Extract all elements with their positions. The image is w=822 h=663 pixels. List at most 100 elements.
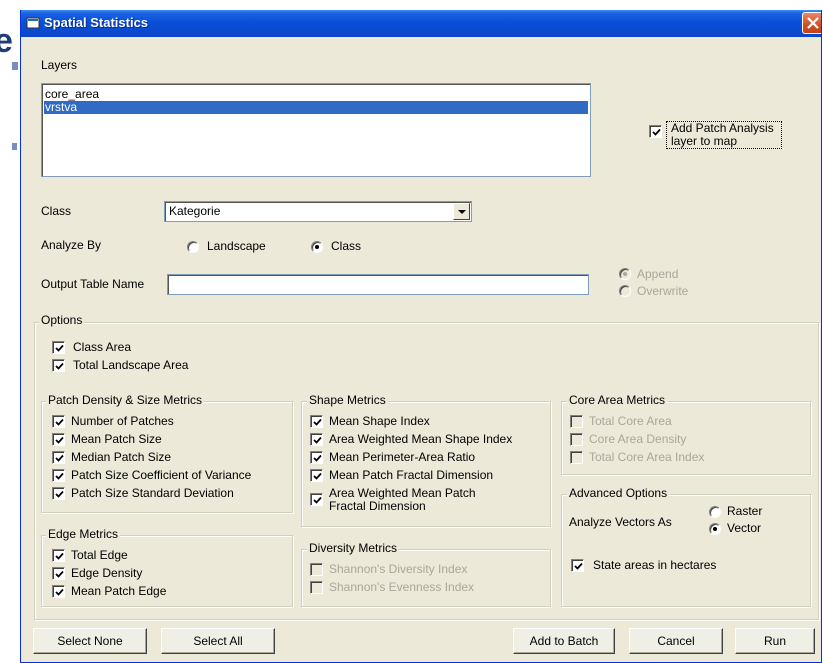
raster-radio[interactable] [709, 506, 721, 518]
class-radio[interactable] [311, 241, 323, 253]
patch_density-label: Mean Patch Size [71, 432, 162, 446]
core-checkbox[interactable] [570, 451, 583, 464]
checkmark-icon [313, 418, 322, 426]
class-dropdown[interactable]: Kategorie [164, 201, 472, 222]
checkmark-icon [313, 436, 322, 444]
list-item[interactable]: core_area [44, 88, 588, 101]
select-none-button[interactable]: Select None [33, 628, 147, 654]
checkmark-icon [652, 128, 661, 136]
background-mark [12, 62, 18, 70]
awmpfd-checkbox[interactable] [310, 493, 323, 506]
list-item[interactable]: vrstva [44, 101, 588, 114]
checkmark-icon [55, 362, 64, 370]
total-landscape-area-label: Total Landscape Area [73, 358, 189, 372]
layers-label: Layers [41, 58, 78, 72]
cancel-button[interactable]: Cancel [629, 628, 723, 654]
checkmark-icon [313, 496, 322, 504]
output-table-label: Output Table Name [41, 277, 145, 291]
shape-checkbox[interactable] [310, 451, 323, 464]
analyze-by-label: Analyze By [41, 238, 102, 252]
patch_density-label: Patch Size Coefficient of Variance [71, 468, 252, 482]
append-radio-label: Append [637, 267, 679, 281]
close-icon [807, 17, 819, 29]
edge-metrics-group-title: Edge Metrics [46, 527, 121, 541]
diversity-checkbox[interactable] [310, 581, 323, 594]
shape-label: Mean Shape Index [329, 414, 430, 428]
edge-checkbox[interactable] [52, 585, 65, 598]
app-icon [26, 17, 40, 29]
add-patch-label: Add Patch Analysis [671, 121, 774, 135]
diversity-label: Shannon's Diversity Index [329, 562, 468, 576]
awmpfd-label: Fractal Dimension [329, 499, 426, 513]
run-button[interactable]: Run [735, 628, 815, 654]
diversity-metrics-group [301, 549, 551, 607]
options-group-title: Options [39, 313, 85, 327]
chevron-down-icon [458, 210, 466, 214]
total-landscape-area-checkbox[interactable] [52, 359, 65, 372]
checkmark-icon [55, 490, 64, 498]
checkmark-icon [313, 472, 322, 480]
background-fragment: e [0, 22, 13, 60]
close-button[interactable] [802, 12, 821, 34]
select-all-button[interactable]: Select All [161, 628, 275, 654]
core-area-group-title: Core Area Metrics [567, 393, 668, 407]
edge-checkbox[interactable] [52, 567, 65, 580]
vector-radio-label: Vector [727, 521, 762, 535]
patch_density-checkbox[interactable] [52, 433, 65, 446]
add-to-batch-button[interactable]: Add to Batch [513, 628, 615, 654]
shape-label: Area Weighted Mean Shape Index [329, 432, 513, 446]
layers-listbox[interactable]: core_area vrstva [41, 83, 591, 177]
edge-checkbox[interactable] [52, 549, 65, 562]
patch_density-checkbox[interactable] [52, 469, 65, 482]
edge-label: Mean Patch Edge [71, 584, 167, 598]
checkmark-icon [55, 570, 64, 578]
title-bar[interactable]: Spatial Statistics [21, 10, 821, 37]
core-checkbox[interactable] [570, 415, 583, 428]
hectares-checkbox[interactable] [571, 559, 584, 572]
diversity-checkbox[interactable] [310, 563, 323, 576]
core-checkbox[interactable] [570, 433, 583, 446]
shape-checkbox[interactable] [310, 433, 323, 446]
output-table-input[interactable] [167, 274, 589, 295]
checkmark-icon [55, 472, 64, 480]
vector-radio[interactable] [709, 523, 721, 535]
edge-label: Edge Density [71, 566, 143, 580]
awmpfd-label: Area Weighted Mean Patch [329, 486, 476, 500]
checkmark-icon [55, 552, 64, 560]
patch_density-label: Median Patch Size [71, 450, 172, 464]
diversity-metrics-group-title: Diversity Metrics [307, 541, 400, 555]
raster-radio-label: Raster [727, 504, 763, 518]
patch_density-label: Patch Size Standard Deviation [71, 486, 234, 500]
patch-density-group-title: Patch Density & Size Metrics [46, 393, 205, 407]
shape-label: Mean Patch Fractal Dimension [329, 468, 494, 482]
landscape-radio-label: Landscape [207, 239, 266, 253]
class-area-label: Class Area [73, 340, 132, 354]
diversity-label: Shannon's Evenness Index [329, 580, 475, 594]
shape-label: Mean Perimeter-Area Ratio [329, 450, 476, 464]
checkmark-icon [574, 562, 583, 570]
shape-checkbox[interactable] [310, 469, 323, 482]
overwrite-radio[interactable] [619, 285, 631, 297]
add-patch-checkbox[interactable] [649, 125, 662, 138]
checkmark-icon [55, 344, 64, 352]
patch_density-checkbox[interactable] [52, 487, 65, 500]
class-label: Class [41, 204, 72, 218]
hectares-label: State areas in hectares [593, 558, 717, 572]
checkmark-icon [313, 454, 322, 462]
patch_density-checkbox[interactable] [52, 415, 65, 428]
landscape-radio[interactable] [187, 241, 199, 253]
class-dropdown-value: Kategorie [169, 204, 221, 218]
shape-metrics-group-title: Shape Metrics [307, 393, 388, 407]
class-radio-label: Class [331, 239, 362, 253]
patch_density-label: Number of Patches [71, 414, 174, 428]
patch_density-checkbox[interactable] [52, 451, 65, 464]
spatial-statistics-dialog: Spatial Statistics Layers core_area vrst… [20, 10, 822, 663]
append-radio[interactable] [619, 268, 631, 280]
analyze-vectors-label: Analyze Vectors As [569, 515, 672, 529]
class-area-checkbox[interactable] [52, 341, 65, 354]
shape-checkbox[interactable] [310, 415, 323, 428]
dropdown-arrow[interactable] [453, 203, 470, 220]
checkmark-icon [55, 454, 64, 462]
core-label: Total Core Area [589, 414, 672, 428]
edge-label: Total Edge [71, 548, 128, 562]
